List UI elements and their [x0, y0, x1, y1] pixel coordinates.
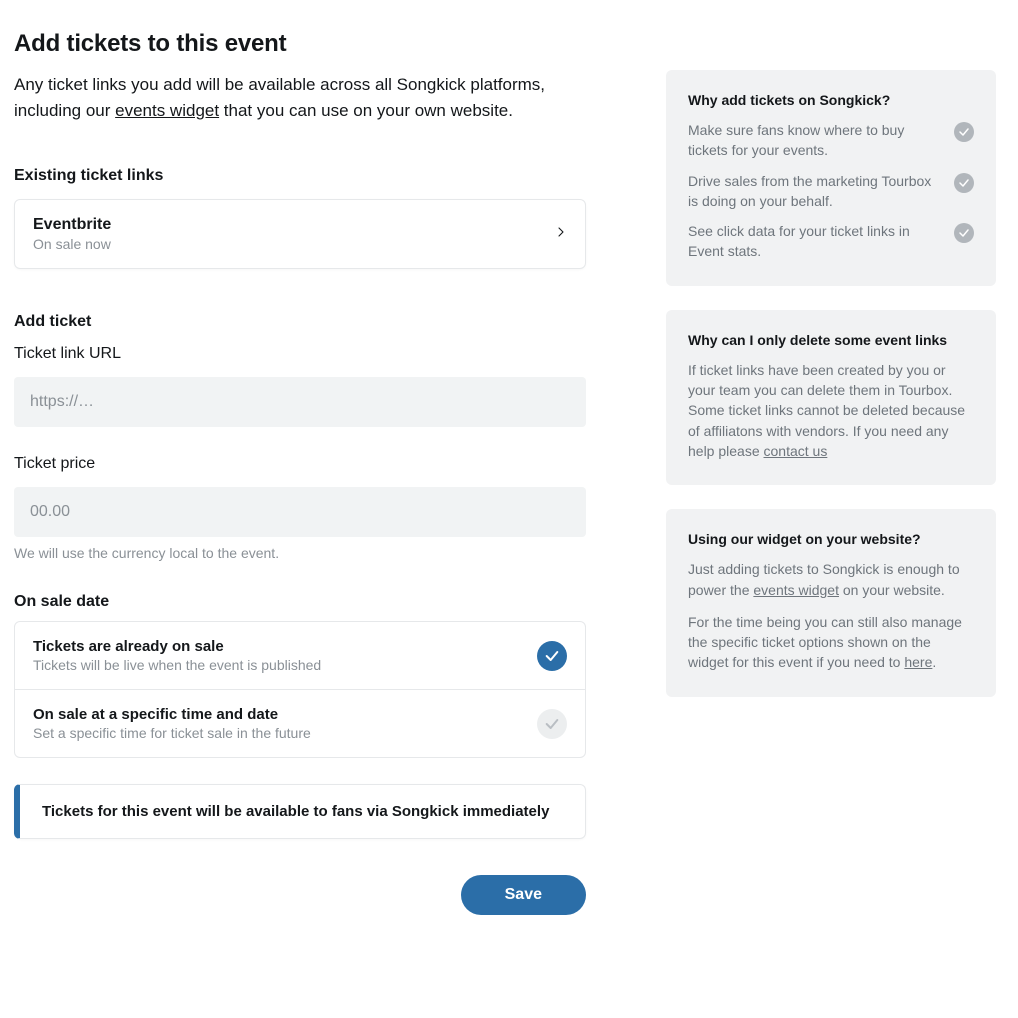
events-widget-link[interactable]: events widget [753, 582, 839, 598]
chevron-right-icon [555, 223, 567, 246]
existing-link-name: Eventbrite [33, 216, 111, 234]
onsale-option-desc: Tickets will be live when the event is p… [33, 657, 321, 673]
info-bullet: See click data for your ticket links in … [688, 221, 974, 262]
page-intro: Any ticket links you add will be availab… [14, 72, 586, 123]
existing-links-heading: Existing ticket links [14, 167, 586, 185]
info-widget: Using our widget on your website? Just a… [666, 509, 996, 696]
onsale-option-scheduled[interactable]: On sale at a specific time and date Set … [15, 689, 585, 757]
existing-link-item[interactable]: Eventbrite On sale now [14, 199, 586, 269]
ticket-url-input[interactable] [14, 377, 586, 427]
onsale-option-title: Tickets are already on sale [33, 638, 321, 655]
info-bullet: Drive sales from the marketing Tourbox i… [688, 171, 974, 212]
check-circle-icon [954, 173, 974, 193]
info-why-add: Why add tickets on Songkick? Make sure f… [666, 70, 996, 286]
save-button[interactable]: Save [461, 875, 586, 915]
events-widget-link[interactable]: events widget [115, 101, 219, 120]
onsale-heading: On sale date [14, 593, 586, 611]
check-icon [537, 709, 567, 739]
onsale-option-title: On sale at a specific time and date [33, 706, 311, 723]
onsale-option-desc: Set a specific time for ticket sale in t… [33, 725, 311, 741]
existing-link-status: On sale now [33, 236, 111, 252]
check-icon [537, 641, 567, 671]
check-circle-icon [954, 223, 974, 243]
onsale-options: Tickets are already on sale Tickets will… [14, 621, 586, 758]
price-helper: We will use the currency local to the ev… [14, 545, 586, 561]
page-title: Add tickets to this event [14, 30, 586, 58]
info-card-title: Why can I only delete some event links [688, 332, 974, 348]
check-circle-icon [954, 122, 974, 142]
contact-us-link[interactable]: contact us [764, 443, 828, 459]
ticket-price-input[interactable] [14, 487, 586, 537]
info-card-title: Why add tickets on Songkick? [688, 92, 974, 108]
widget-options-link[interactable]: here [904, 654, 932, 670]
onsale-option-now[interactable]: Tickets are already on sale Tickets will… [15, 622, 585, 689]
price-label: Ticket price [14, 455, 586, 473]
info-card-title: Using our widget on your website? [688, 531, 974, 547]
info-delete-links: Why can I only delete some event links I… [666, 310, 996, 485]
add-ticket-heading: Add ticket [14, 313, 586, 331]
url-label: Ticket link URL [14, 345, 586, 363]
onsale-banner: Tickets for this event will be available… [14, 784, 586, 839]
info-bullet: Make sure fans know where to buy tickets… [688, 120, 974, 161]
